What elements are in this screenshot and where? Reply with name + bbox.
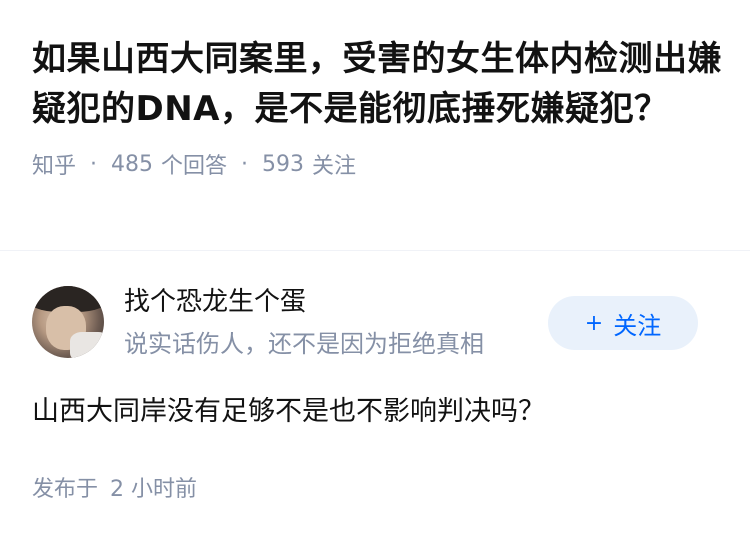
section-divider (0, 250, 750, 251)
author-name[interactable]: 找个恐龙生个蛋 (124, 284, 306, 320)
avatar-cloth (70, 332, 104, 358)
posted-prefix: 发布于 (32, 477, 99, 502)
answer-count: 485 (111, 151, 154, 177)
avatar[interactable] (32, 286, 104, 358)
author-info: 找个恐龙生个蛋 说实话伤人，还不是因为拒绝真相 + 关注 (32, 284, 718, 360)
meta-separator: · (90, 151, 98, 177)
answer-timestamp: 发布于 2 小时前 (32, 474, 197, 506)
meta-separator: · (241, 151, 249, 177)
follower-count: 593 (262, 151, 305, 177)
follower-count-label: 关注 (312, 154, 357, 179)
question-title[interactable]: 如果山西大同案里，受害的女生体内检测出嫌疑犯的DNA，是不是能彻底捶死嫌疑犯？ (32, 34, 722, 134)
question-header: 如果山西大同案里，受害的女生体内检测出嫌疑犯的DNA，是不是能彻底捶死嫌疑犯？ … (32, 34, 722, 180)
posted-time: 2 小时前 (110, 477, 198, 502)
plus-icon: + (584, 310, 604, 336)
answer-count-label: 个回答 (161, 154, 228, 179)
follow-button-label: 关注 (613, 311, 662, 340)
answer-content[interactable]: 山西大同岸没有足够不是也不影响判决吗？ (32, 392, 545, 432)
author-bio: 说实话伤人，还不是因为拒绝真相 (124, 330, 484, 358)
source-label: 知乎 (32, 154, 77, 179)
question-meta: 知乎 · 485 个回答 · 593 关注 (32, 148, 722, 180)
follow-button[interactable]: + 关注 (548, 296, 698, 350)
